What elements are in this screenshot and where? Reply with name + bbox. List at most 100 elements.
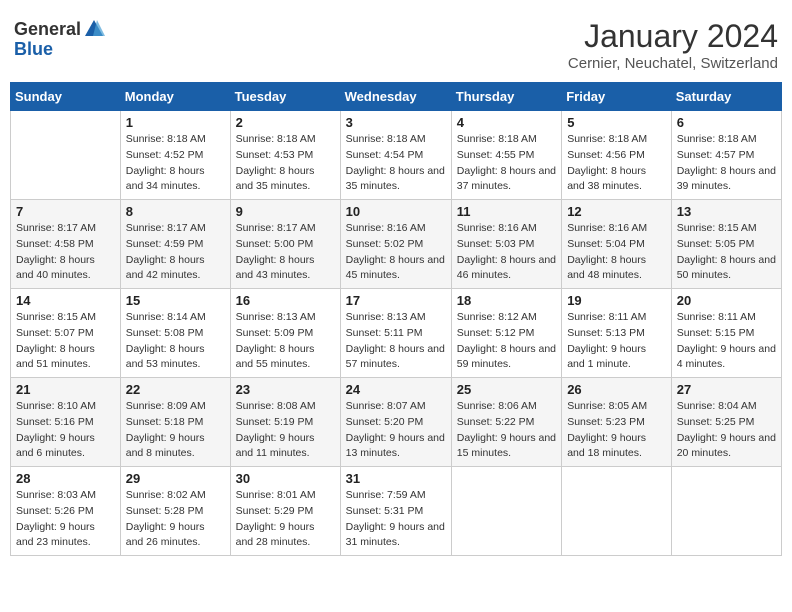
day-info: Sunrise: 8:18 AMSunset: 4:53 PMDaylight:…: [236, 132, 335, 195]
day-number: 23: [236, 382, 335, 397]
sunset-text: Sunset: 5:13 PM: [567, 326, 666, 342]
sunset-text: Sunset: 5:07 PM: [16, 326, 115, 342]
day-info: Sunrise: 8:11 AMSunset: 5:13 PMDaylight:…: [567, 310, 666, 373]
day-info: Sunrise: 8:07 AMSunset: 5:20 PMDaylight:…: [346, 399, 446, 462]
sunset-text: Sunset: 5:20 PM: [346, 415, 446, 431]
day-number: 30: [236, 471, 335, 486]
day-number: 26: [567, 382, 666, 397]
table-row: 17 Sunrise: 8:13 AMSunset: 5:11 PMDayligh…: [340, 289, 451, 378]
day-number: 2: [236, 115, 335, 130]
daylight-text: Daylight: 8 hours and 43 minutes.: [236, 253, 335, 285]
sunset-text: Sunset: 5:28 PM: [126, 504, 225, 520]
day-info: Sunrise: 8:13 AMSunset: 5:11 PMDaylight:…: [346, 310, 446, 373]
sunrise-text: Sunrise: 8:01 AM: [236, 488, 335, 504]
day-info: Sunrise: 8:18 AMSunset: 4:52 PMDaylight:…: [126, 132, 225, 195]
header-thursday: Thursday: [451, 83, 561, 111]
sunrise-text: Sunrise: 8:16 AM: [457, 221, 556, 237]
daylight-text: Daylight: 8 hours and 34 minutes.: [126, 164, 225, 196]
day-number: 4: [457, 115, 556, 130]
sunset-text: Sunset: 5:15 PM: [677, 326, 776, 342]
table-row: 9Sunrise: 8:17 AMSunset: 5:00 PMDaylight…: [230, 200, 340, 289]
daylight-text: Daylight: 9 hours and 31 minutes.: [346, 520, 446, 552]
sunrise-text: Sunrise: 8:17 AM: [16, 221, 115, 237]
table-row: 15Sunrise: 8:14 AMSunset: 5:08 PMDayligh…: [120, 289, 230, 378]
calendar-week-row: 1Sunrise: 8:18 AMSunset: 4:52 PMDaylight…: [11, 111, 782, 200]
table-row: 18Sunrise: 8:12 AMSunset: 5:12 PMDayligh…: [451, 289, 561, 378]
day-info: Sunrise: 8:15 AMSunset: 5:07 PMDaylight:…: [16, 310, 115, 373]
day-number: 3: [346, 115, 446, 130]
sunrise-text: Sunrise: 8:16 AM: [346, 221, 446, 237]
day-info: Sunrise: 8:09 AMSunset: 5:18 PMDaylight:…: [126, 399, 225, 462]
calendar-header-row: Sunday Monday Tuesday Wednesday Thursday…: [11, 83, 782, 111]
day-number: 19: [567, 293, 666, 308]
day-number: 17: [346, 293, 446, 308]
sunrise-text: Sunrise: 8:08 AM: [236, 399, 335, 415]
table-row: 28Sunrise: 8:03 AMSunset: 5:26 PMDayligh…: [11, 467, 121, 556]
daylight-text: Daylight: 8 hours and 35 minutes.: [236, 164, 335, 196]
day-info: Sunrise: 8:18 AMSunset: 4:57 PMDaylight:…: [677, 132, 776, 195]
daylight-text: Daylight: 9 hours and 28 minutes.: [236, 520, 335, 552]
location-subtitle: Cernier, Neuchatel, Switzerland: [568, 55, 778, 72]
day-number: 14: [16, 293, 115, 308]
table-row: 16Sunrise: 8:13 AMSunset: 5:09 PMDayligh…: [230, 289, 340, 378]
day-number: 6: [677, 115, 776, 130]
calendar-week-row: 14 Sunrise: 8:15 AMSunset: 5:07 PMDayligh…: [11, 289, 782, 378]
daylight-text: Daylight: 8 hours and 51 minutes.: [16, 342, 115, 374]
header-friday: Friday: [562, 83, 672, 111]
day-number: 5: [567, 115, 666, 130]
sunrise-text: Sunrise: 8:13 AM: [236, 310, 335, 326]
sunrise-text: Sunrise: 8:18 AM: [346, 132, 446, 148]
sunset-text: Sunset: 5:26 PM: [16, 504, 115, 520]
day-info: Sunrise: 8:16 AMSunset: 5:03 PMDaylight:…: [457, 221, 556, 284]
day-number: 16: [236, 293, 335, 308]
sunset-text: Sunset: 5:19 PM: [236, 415, 335, 431]
table-row: 20Sunrise: 8:11 AMSunset: 5:15 PMDayligh…: [671, 289, 781, 378]
daylight-text: Daylight: 8 hours and 53 minutes.: [126, 342, 225, 374]
daylight-text: Daylight: 8 hours and 37 minutes.: [457, 164, 556, 196]
day-number: 28: [16, 471, 115, 486]
table-row: [11, 111, 121, 200]
daylight-text: Daylight: 8 hours and 39 minutes.: [677, 164, 776, 196]
sunset-text: Sunset: 5:31 PM: [346, 504, 446, 520]
table-row: 25Sunrise: 8:06 AMSunset: 5:22 PMDayligh…: [451, 378, 561, 467]
day-number: 31: [346, 471, 446, 486]
sunrise-text: Sunrise: 8:10 AM: [16, 399, 115, 415]
daylight-text: Daylight: 8 hours and 57 minutes.: [346, 342, 446, 374]
day-info: Sunrise: 8:12 AMSunset: 5:12 PMDaylight:…: [457, 310, 556, 373]
daylight-text: Daylight: 8 hours and 59 minutes.: [457, 342, 556, 374]
table-row: 30Sunrise: 8:01 AMSunset: 5:29 PMDayligh…: [230, 467, 340, 556]
daylight-text: Daylight: 8 hours and 46 minutes.: [457, 253, 556, 285]
table-row: 2 Sunrise: 8:18 AMSunset: 4:53 PMDaylight…: [230, 111, 340, 200]
table-row: [671, 467, 781, 556]
table-row: 13Sunrise: 8:15 AMSunset: 5:05 PMDayligh…: [671, 200, 781, 289]
day-info: Sunrise: 8:08 AMSunset: 5:19 PMDaylight:…: [236, 399, 335, 462]
sunrise-text: Sunrise: 8:14 AM: [126, 310, 225, 326]
day-info: Sunrise: 8:15 AMSunset: 5:05 PMDaylight:…: [677, 221, 776, 284]
table-row: 23 Sunrise: 8:08 AMSunset: 5:19 PMDayligh…: [230, 378, 340, 467]
table-row: 4Sunrise: 8:18 AMSunset: 4:55 PMDaylight…: [451, 111, 561, 200]
daylight-text: Daylight: 9 hours and 6 minutes.: [16, 431, 115, 463]
sunrise-text: Sunrise: 8:17 AM: [126, 221, 225, 237]
header: General Blue January 2024 Cernier, Neuch…: [10, 10, 782, 76]
sunrise-text: Sunrise: 8:18 AM: [457, 132, 556, 148]
sunset-text: Sunset: 4:56 PM: [567, 148, 666, 164]
daylight-text: Daylight: 8 hours and 48 minutes.: [567, 253, 666, 285]
header-wednesday: Wednesday: [340, 83, 451, 111]
day-info: Sunrise: 8:18 AMSunset: 4:54 PMDaylight:…: [346, 132, 446, 195]
sunrise-text: Sunrise: 8:04 AM: [677, 399, 776, 415]
day-info: Sunrise: 8:02 AMSunset: 5:28 PMDaylight:…: [126, 488, 225, 551]
sunset-text: Sunset: 5:25 PM: [677, 415, 776, 431]
header-sunday: Sunday: [11, 83, 121, 111]
day-number: 12: [567, 204, 666, 219]
day-info: Sunrise: 8:17 AMSunset: 4:59 PMDaylight:…: [126, 221, 225, 284]
day-info: Sunrise: 7:59 AMSunset: 5:31 PMDaylight:…: [346, 488, 446, 551]
day-number: 25: [457, 382, 556, 397]
sunset-text: Sunset: 5:23 PM: [567, 415, 666, 431]
table-row: 11Sunrise: 8:16 AMSunset: 5:03 PMDayligh…: [451, 200, 561, 289]
daylight-text: Daylight: 9 hours and 4 minutes.: [677, 342, 776, 374]
table-row: 5Sunrise: 8:18 AMSunset: 4:56 PMDaylight…: [562, 111, 672, 200]
table-row: 10Sunrise: 8:16 AMSunset: 5:02 PMDayligh…: [340, 200, 451, 289]
table-row: 8Sunrise: 8:17 AMSunset: 4:59 PMDaylight…: [120, 200, 230, 289]
month-title: January 2024: [568, 18, 778, 55]
sunset-text: Sunset: 4:57 PM: [677, 148, 776, 164]
